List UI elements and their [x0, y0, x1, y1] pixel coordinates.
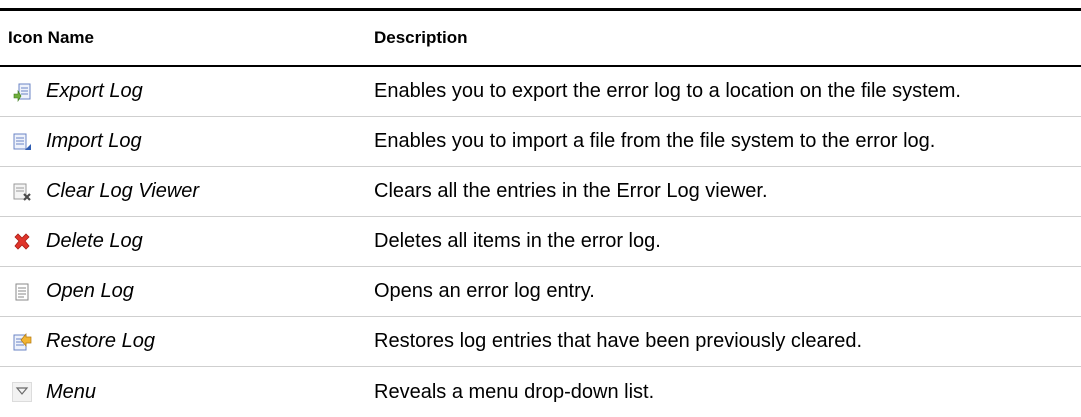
- row-description: Restores log entries that have been prev…: [374, 330, 863, 352]
- row-name: Restore Log: [46, 330, 155, 352]
- row-name: Open Log: [46, 280, 134, 302]
- table-row: Export Log Enables you to export the err…: [0, 67, 1081, 117]
- row-name: Export Log: [46, 80, 143, 102]
- import-log-icon: [12, 132, 32, 152]
- row-description: Reveals a menu drop-down list.: [374, 380, 655, 403]
- table-row: Import Log Enables you to import a file …: [0, 117, 1081, 167]
- table-header-row: Icon Name Description: [0, 11, 1081, 67]
- row-name: Clear Log Viewer: [46, 180, 200, 202]
- table-row: Menu Reveals a menu drop-down list.: [0, 367, 1081, 417]
- menu-icon: [12, 382, 32, 402]
- row-description: Enables you to export the error log to a…: [374, 80, 961, 102]
- delete-log-icon: [12, 232, 32, 252]
- restore-log-icon: [12, 332, 32, 352]
- header-description: Description: [374, 28, 468, 47]
- row-name: Import Log: [46, 130, 142, 152]
- row-name: Menu: [46, 380, 97, 403]
- table-row: Clear Log Viewer Clears all the entries …: [0, 167, 1081, 217]
- row-name: Delete Log: [46, 230, 143, 252]
- row-description: Enables you to import a file from the fi…: [374, 130, 936, 152]
- row-description: Opens an error log entry.: [374, 280, 595, 302]
- table-row: Delete Log Deletes all items in the erro…: [0, 217, 1081, 267]
- table-row: Restore Log Restores log entries that ha…: [0, 317, 1081, 367]
- table-row: Open Log Opens an error log entry.: [0, 267, 1081, 317]
- export-log-icon: [12, 82, 32, 102]
- row-description: Deletes all items in the error log.: [374, 230, 661, 252]
- header-icon-name: Icon Name: [8, 28, 94, 47]
- icon-table: Icon Name Description Export Log Enables…: [0, 8, 1081, 417]
- row-description: Clears all the entries in the Error Log …: [374, 180, 768, 202]
- open-log-icon: [12, 282, 32, 302]
- clear-log-viewer-icon: [12, 182, 32, 202]
